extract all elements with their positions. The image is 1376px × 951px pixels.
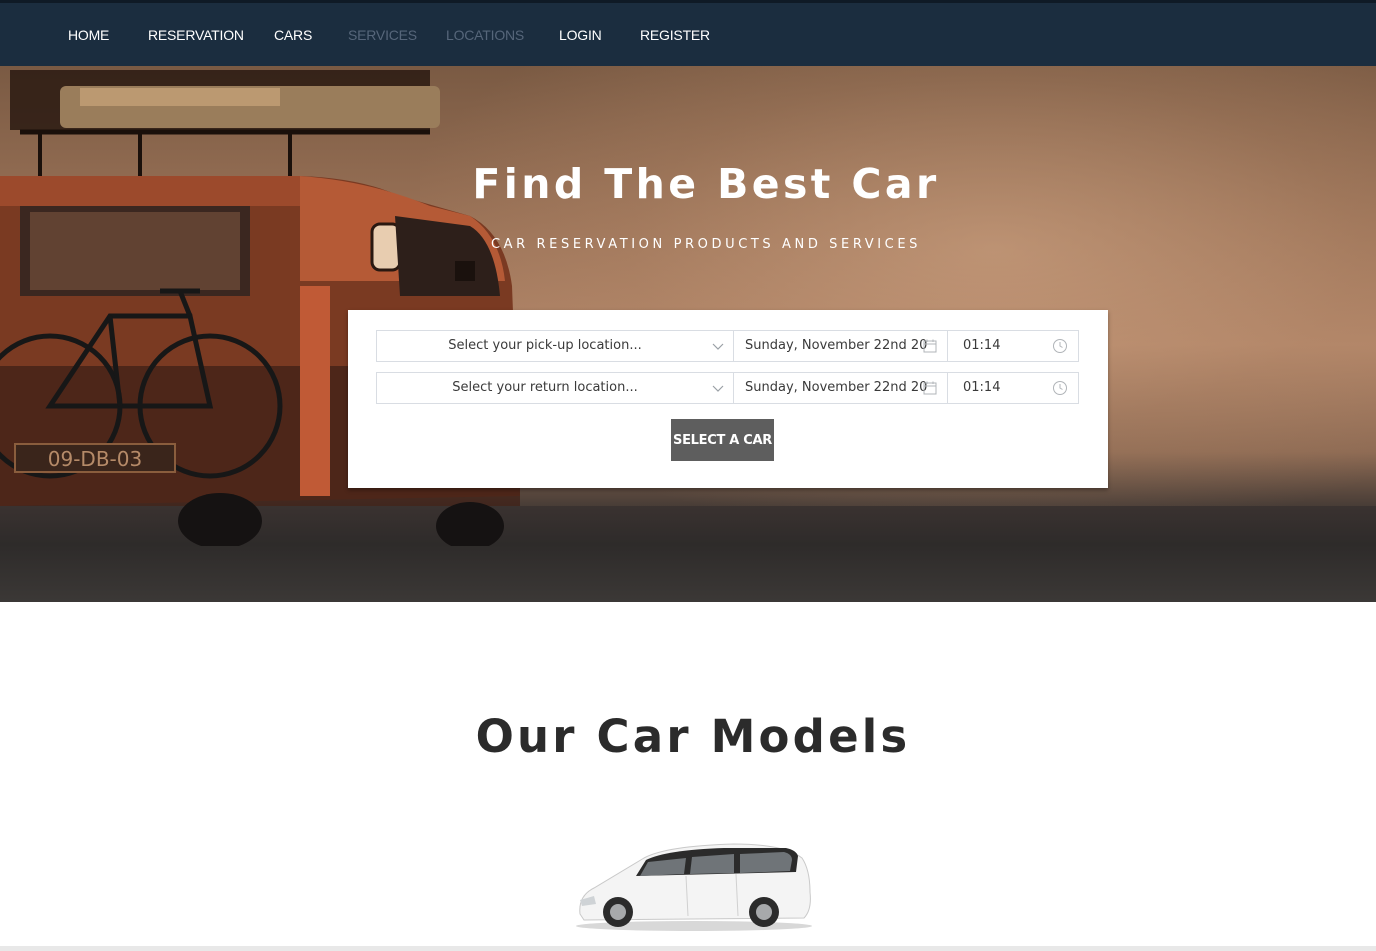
nav-reservation-link[interactable]: RESERVATION xyxy=(148,27,244,43)
return-time-input[interactable]: 01:14 xyxy=(948,373,1079,403)
return-row: Select your return location... Sunday, N… xyxy=(376,372,1079,404)
nav-locations-link[interactable]: LOCATIONS xyxy=(446,27,524,43)
return-date-value: Sunday, November 22nd 20 xyxy=(745,380,928,395)
nav-login-link[interactable]: LOGIN xyxy=(559,27,602,43)
pickup-time-input[interactable]: 01:14 xyxy=(948,331,1079,361)
return-time-value: 01:14 xyxy=(963,380,1001,395)
page-bottom-divider xyxy=(0,946,1376,951)
clock-icon xyxy=(1053,381,1067,395)
calendar-icon xyxy=(923,381,937,395)
pickup-time-value: 01:14 xyxy=(963,338,1001,353)
nav-cars-link[interactable]: CARS xyxy=(274,27,312,43)
hero-subtitle: CAR RESERVATION PRODUCTS AND SERVICES xyxy=(490,237,922,252)
pickup-row: Select your pick-up location... Sunday, … xyxy=(376,330,1079,362)
nav-register-link[interactable]: REGISTER xyxy=(640,27,710,43)
top-navbar: HOME RESERVATION CARS SERVICES LOCATIONS… xyxy=(0,0,1376,66)
return-location-placeholder: Select your return location... xyxy=(452,380,638,395)
pickup-date-input[interactable]: Sunday, November 22nd 20 xyxy=(734,331,948,361)
select-a-car-button[interactable]: SELECT A CAR xyxy=(671,419,774,461)
minivan-image[interactable] xyxy=(574,840,814,932)
chevron-down-icon xyxy=(712,385,724,392)
return-location-select[interactable]: Select your return location... xyxy=(377,373,734,403)
pickup-location-placeholder: Select your pick-up location... xyxy=(448,338,642,353)
pickup-date-value: Sunday, November 22nd 20 xyxy=(745,338,928,353)
nav-services-link[interactable]: SERVICES xyxy=(348,27,417,43)
hero-title: Find The Best Car xyxy=(472,160,940,208)
clock-icon xyxy=(1053,339,1067,353)
chevron-down-icon xyxy=(712,343,724,350)
car-models-heading: Our Car Models xyxy=(475,710,911,763)
booking-form: Select your pick-up location... Sunday, … xyxy=(348,310,1108,488)
pickup-location-select[interactable]: Select your pick-up location... xyxy=(377,331,734,361)
calendar-icon xyxy=(923,339,937,353)
nav-home-link[interactable]: HOME xyxy=(68,27,109,43)
return-date-input[interactable]: Sunday, November 22nd 20 xyxy=(734,373,948,403)
van-license-plate: 09-DB-03 xyxy=(48,447,142,471)
